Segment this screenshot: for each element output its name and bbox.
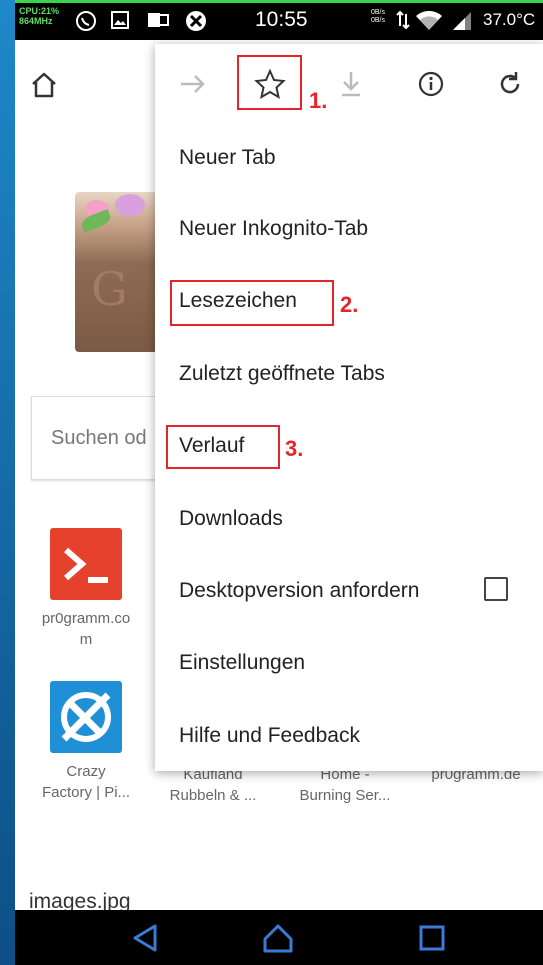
net-up: 0B/s <box>371 9 386 16</box>
wifi-icon <box>415 10 443 37</box>
outlook-icon <box>147 10 169 35</box>
clock: 10:55 <box>255 8 308 31</box>
menu-item-settings[interactable]: Einstellungen <box>179 651 305 675</box>
annotation-box-bookmarks <box>170 280 334 326</box>
data-transfer-icon <box>396 10 410 35</box>
crazy-factory-icon <box>50 681 122 753</box>
tile-label: Rubbeln & ... <box>169 787 257 804</box>
doodle-flower <box>115 194 145 216</box>
menu-item-new-tab[interactable]: Neuer Tab <box>179 146 276 170</box>
home-icon[interactable] <box>29 70 59 100</box>
temperature: 37.0°C <box>483 10 536 29</box>
recents-icon[interactable] <box>415 922 449 954</box>
terminal-icon <box>50 528 122 600</box>
annotation-step-3: 3. <box>285 436 304 461</box>
status-green-line <box>15 0 543 3</box>
menu-toolbar <box>155 44 543 122</box>
info-icon[interactable] <box>413 66 449 102</box>
annotation-step-1: 1. <box>309 88 328 113</box>
doodle-letter: G <box>91 262 128 316</box>
most-visited-tile[interactable]: pr0gramm.co m <box>31 528 141 650</box>
annotation-step-2: 2. <box>340 292 359 317</box>
reload-icon[interactable] <box>492 66 528 102</box>
doodle-leaf <box>79 209 113 233</box>
forward-icon[interactable] <box>175 66 211 102</box>
menu-item-new-incognito-tab[interactable]: Neuer Inkognito-Tab <box>179 217 368 241</box>
tile-label: pr0gramm.co <box>41 610 131 627</box>
menu-item-downloads[interactable]: Downloads <box>179 507 283 531</box>
download-icon[interactable] <box>333 66 369 102</box>
overflow-menu: Neuer Tab Neuer Inkognito-Tab Lesezeiche… <box>155 44 543 771</box>
tile-label: m <box>79 631 93 648</box>
menu-item-desktop-site[interactable]: Desktopversion anfordern <box>179 579 419 603</box>
tile-label: Burning Ser... <box>299 787 391 804</box>
signal-icon <box>451 10 473 37</box>
network-speed: 0B/s 0B/s <box>371 9 385 25</box>
tile-label: Crazy <box>66 763 106 780</box>
xda-icon <box>185 10 207 37</box>
most-visited-tile[interactable]: Crazy Factory | Pi... <box>31 681 141 803</box>
home-button-icon[interactable] <box>261 922 295 954</box>
cpu-freq: 864MHz <box>19 16 53 26</box>
cpu-readout: CPU:21% 864MHz <box>19 6 59 26</box>
cpu-usage: CPU:21% <box>19 6 60 16</box>
search-placeholder: Suchen od <box>51 427 147 449</box>
status-bar: CPU:21% 864MHz 10:55 0B/s 0B/s 37.0°C <box>15 0 543 40</box>
desktop-site-checkbox[interactable] <box>484 577 508 601</box>
left-frame-border <box>0 0 15 965</box>
image-icon <box>110 10 130 35</box>
tile-label: Factory | Pi... <box>41 784 131 801</box>
annotation-box-star <box>237 55 302 110</box>
whatsapp-icon <box>75 10 97 37</box>
menu-item-help-feedback[interactable]: Hilfe und Feedback <box>179 724 360 748</box>
menu-item-recent-tabs[interactable]: Zuletzt geöffnete Tabs <box>179 362 385 386</box>
navigation-bar <box>15 910 543 965</box>
net-down: 0B/s <box>371 17 386 24</box>
annotation-box-history <box>166 425 280 469</box>
back-icon[interactable] <box>129 922 163 954</box>
